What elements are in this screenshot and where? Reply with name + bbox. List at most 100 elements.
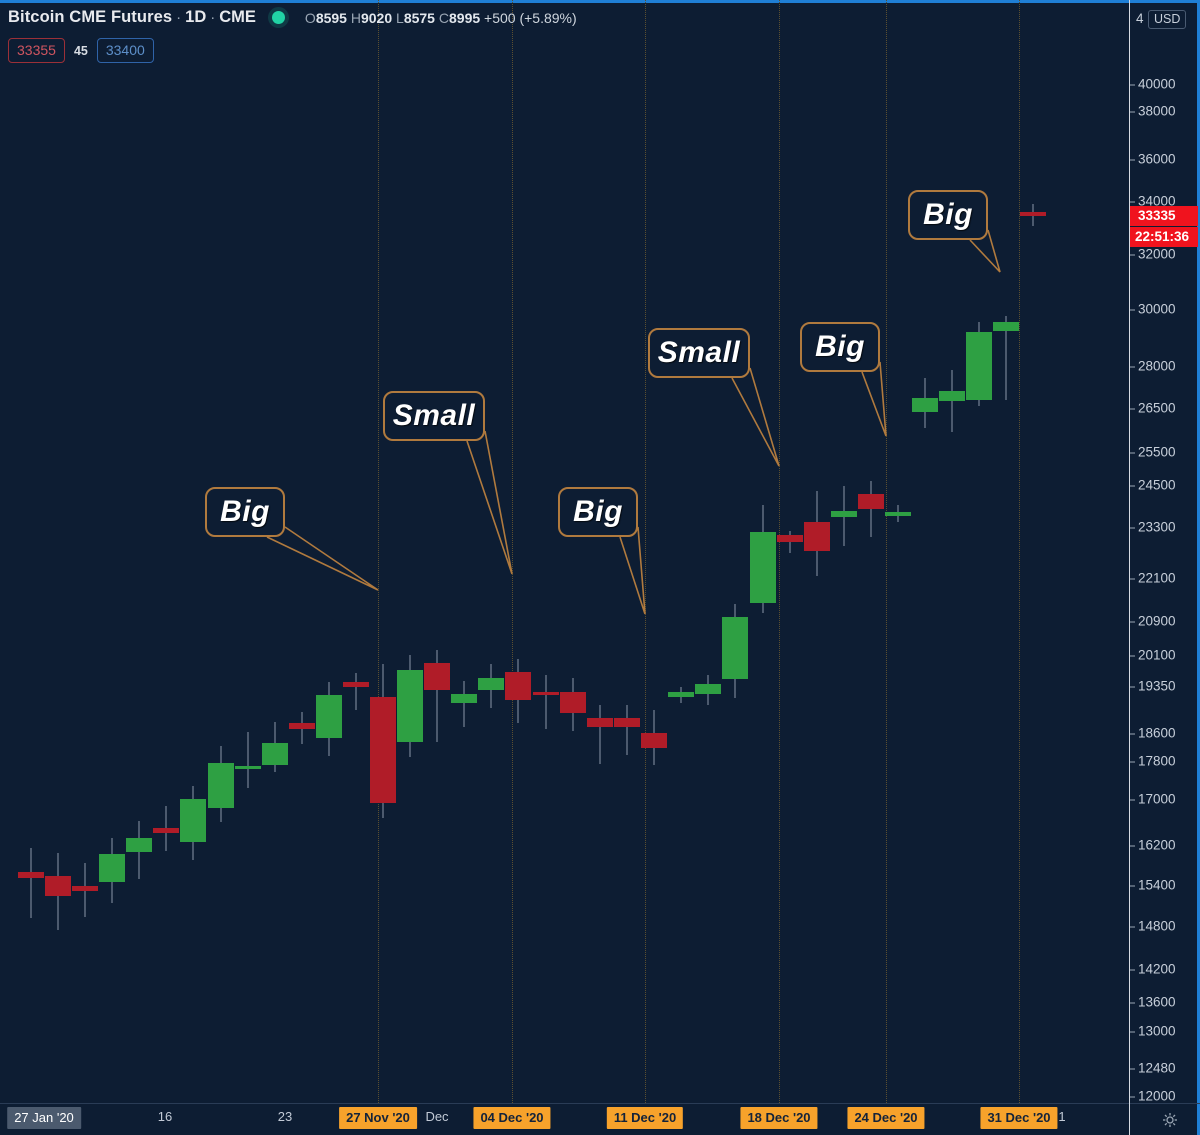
tick-dash-icon (1130, 254, 1135, 256)
legend-separator-2: · (210, 9, 216, 26)
price-axis-tick: 22100 (1130, 571, 1198, 586)
time-axis-label: 31 Dec '20 (980, 1107, 1058, 1129)
time-axis-label: 18 Dec '20 (740, 1107, 818, 1129)
market-open-dot-icon[interactable] (271, 11, 285, 24)
price-axis-tick-label: 22100 (1138, 570, 1176, 586)
price-axis[interactable]: 4 USD 40000 38000 36000 34000 32000 30000 2800… (1129, 0, 1198, 1104)
time-axis-label: 11 Dec '20 (606, 1107, 684, 1129)
tick-dash-icon (1130, 366, 1135, 368)
price-axis-tick: 16200 (1130, 838, 1198, 853)
tick-dash-icon (1130, 1031, 1135, 1033)
price-axis-tick: 26500 (1130, 401, 1198, 416)
price-axis-tick-label: 14200 (1138, 961, 1176, 977)
price-axis-tick-label: 13000 (1138, 1023, 1176, 1039)
price-axis-tick: 38000 (1130, 104, 1198, 119)
bid-price[interactable]: 33355 (8, 38, 65, 63)
price-axis-tick: 25500 (1130, 445, 1198, 460)
price-axis-tick-label: 23300 (1138, 519, 1176, 535)
high-label: H (350, 9, 361, 26)
price-axis-tick: 28000 (1130, 359, 1198, 374)
interval-label[interactable]: 1D (185, 8, 206, 27)
time-axis[interactable]: 27 Jan '20 16 23 27 Nov '20 Dec 04 Dec '20 11 … (0, 1103, 1200, 1135)
tick-dash-icon (1130, 1002, 1135, 1004)
price-axis-tick-label: 17000 (1138, 791, 1176, 807)
price-axis-tick: 20900 (1130, 614, 1198, 629)
open-label: O (304, 9, 316, 26)
price-axis-tick-label: 26500 (1138, 400, 1176, 416)
price-axis-tick: 14800 (1130, 919, 1198, 934)
tick-dash-icon (1130, 621, 1135, 623)
annotation-pointer-icon (969, 229, 1001, 273)
tradingview-chart-window: Big Small Big Small Big Big Bitcoin CME Futur… (0, 0, 1200, 1135)
price-axis-tick: 30000 (1130, 302, 1198, 317)
price-axis-tick: 24500 (1130, 478, 1198, 493)
price-axis-tick: 19350 (1130, 679, 1198, 694)
axis-corner-divider (1129, 1103, 1130, 1135)
time-axis-label: 24 Dec '20 (847, 1107, 925, 1129)
chart-plot-area[interactable]: Big Small Big Small Big Big (0, 0, 1129, 1103)
time-axis-label: 27 Jan '20 (7, 1107, 81, 1129)
price-axis-tick: 40000 (1130, 77, 1198, 92)
tick-dash-icon (1130, 1096, 1135, 1098)
annotation-label[interactable]: Big (908, 190, 988, 240)
price-axis-tick-label: 24500 (1138, 477, 1176, 493)
chart-legend: Bitcoin CME Futures · 1D · CME O8595 H90… (8, 8, 577, 27)
symbol-title[interactable]: Bitcoin CME Futures (8, 8, 172, 27)
tick-dash-icon (1130, 578, 1135, 580)
time-axis-label: 23 (277, 1109, 293, 1124)
ask-price[interactable]: 33400 (96, 38, 154, 63)
price-axis-tick-label: 25500 (1138, 444, 1176, 460)
price-axis-tick: 18600 (1130, 726, 1198, 741)
price-axis-tick-label: 20100 (1138, 647, 1176, 663)
price-axis-tick: 12000 (1130, 1089, 1198, 1104)
close-label: C (438, 9, 449, 26)
tick-dash-icon (1130, 408, 1135, 410)
ohlc-values: O8595 H9020 L8575 C8995 +500 (+5.89%) (305, 10, 577, 26)
tick-dash-icon (1130, 111, 1135, 113)
last-price-badge[interactable]: 33335 (1130, 206, 1198, 226)
time-axis-label: 16 (157, 1109, 173, 1124)
price-axis-tick: 13600 (1130, 995, 1198, 1010)
time-axis-label: Dec (425, 1109, 449, 1124)
tick-dash-icon (1130, 845, 1135, 847)
low-label: L (396, 9, 404, 26)
price-axis-tick: 13000 (1130, 1024, 1198, 1039)
price-axis-tick-label: 32000 (1138, 246, 1176, 262)
price-axis-tick: 14200 (1130, 962, 1198, 977)
price-axis-tick-label: 15400 (1138, 877, 1176, 893)
price-axis-tick-label: 28000 (1138, 358, 1176, 374)
legend-separator-1: · (176, 9, 182, 26)
tick-dash-icon (1130, 655, 1135, 657)
price-axis-tick-label: 17800 (1138, 753, 1176, 769)
axis-settings-icon[interactable] (1162, 1112, 1178, 1128)
high-value: 9020 (360, 9, 393, 26)
price-axis-tick: 15400 (1130, 878, 1198, 893)
currency-badge[interactable]: USD (1148, 10, 1187, 29)
tick-dash-icon (1130, 885, 1135, 887)
tick-dash-icon (1130, 926, 1135, 928)
price-axis-tick-label: 30000 (1138, 301, 1176, 317)
change-value: +500 (+5.89%) (484, 9, 577, 26)
price-axis-corner-value: 4 (1136, 11, 1144, 26)
tick-dash-icon (1130, 969, 1135, 971)
exchange-label[interactable]: CME (219, 8, 256, 27)
price-axis-tick-label: 12000 (1138, 1088, 1176, 1104)
low-value: 8575 (403, 9, 435, 26)
bar-countdown-badge: 22:51:36 (1130, 227, 1198, 247)
price-axis-tick-label: 38000 (1138, 103, 1176, 119)
tick-dash-icon (1130, 527, 1135, 529)
tick-dash-icon (1130, 761, 1135, 763)
tick-dash-icon (1130, 201, 1135, 203)
price-axis-tick: 12480 (1130, 1061, 1198, 1076)
spread-value: 45 (73, 43, 88, 58)
tick-dash-icon (1130, 1068, 1135, 1070)
price-axis-tick-label: 18600 (1138, 725, 1176, 741)
tick-dash-icon (1130, 686, 1135, 688)
tick-dash-icon (1130, 452, 1135, 454)
price-axis-tick: 32000 (1130, 247, 1198, 262)
price-axis-tick: 17800 (1130, 754, 1198, 769)
price-axis-tick-label: 20900 (1138, 613, 1176, 629)
close-value: 8995 (449, 9, 481, 26)
price-axis-tick: 17000 (1130, 792, 1198, 807)
price-axis-tick-label: 16200 (1138, 837, 1176, 853)
